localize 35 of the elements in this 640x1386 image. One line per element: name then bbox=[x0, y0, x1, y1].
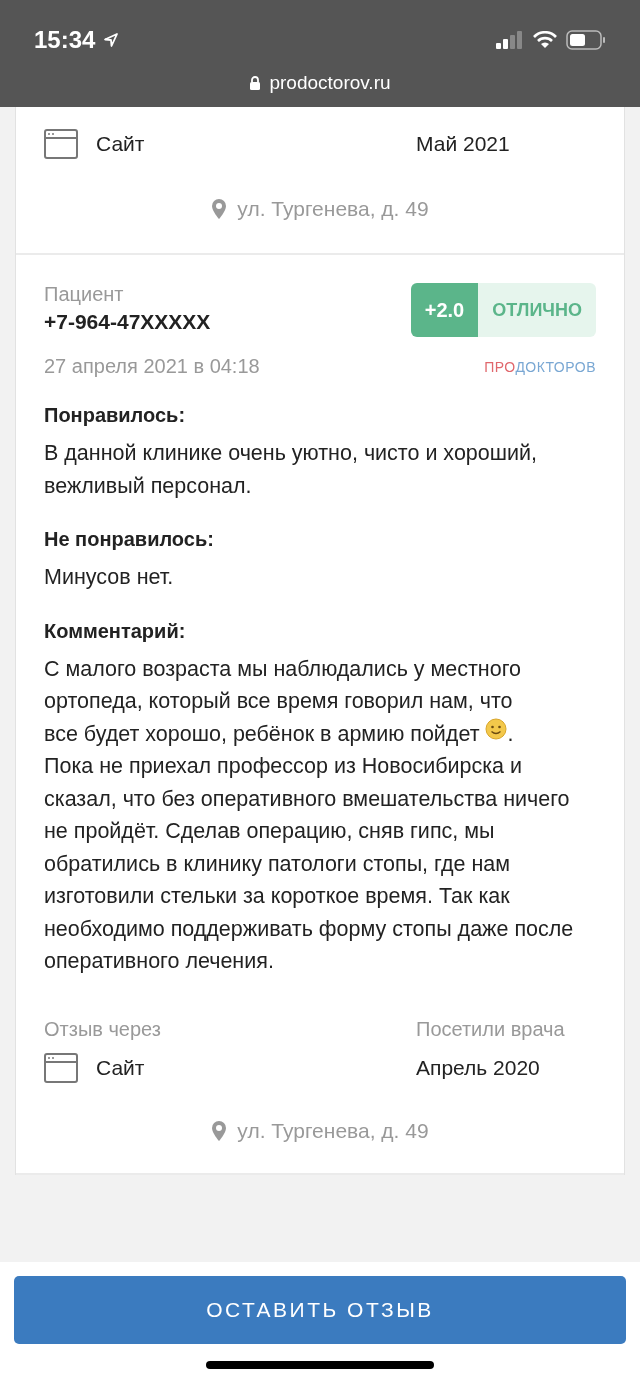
author-label: Пациент bbox=[44, 283, 125, 306]
section-heading: Понравилось: bbox=[44, 404, 187, 427]
section-heading: Комментарий: bbox=[44, 619, 187, 643]
battery-icon bbox=[566, 30, 606, 50]
section-heading: Не понравилось: bbox=[44, 528, 215, 551]
address-bar-url[interactable]: prodoctorov.ru bbox=[269, 72, 391, 94]
clock-time: 15:34 bbox=[34, 26, 96, 54]
clinic-address[interactable]: ул. Тургенева, д. 49 bbox=[237, 1118, 429, 1143]
smiley-icon bbox=[485, 717, 508, 740]
review-source: Сайт bbox=[96, 132, 145, 156]
wifi-icon bbox=[532, 31, 558, 49]
visit-date: Апрель 2020 bbox=[416, 1055, 541, 1080]
location-pin-icon bbox=[211, 198, 228, 220]
site-logo: ПРОДОКТОРОВ bbox=[484, 358, 596, 375]
clinic-address[interactable]: ул. Тургенева, д. 49 bbox=[237, 197, 429, 221]
location-pin-icon bbox=[211, 1119, 228, 1142]
visit-date: Май 2021 bbox=[416, 132, 511, 156]
review-source: Сайт bbox=[96, 1055, 145, 1080]
rating-grade: ОТЛИЧНО bbox=[478, 283, 596, 337]
visit-label: Посетили врача bbox=[416, 1017, 566, 1041]
review-text: Пока не приехал профессор из Новосибирска и сказал, что без оперативного вмешательства ничего не пройдёт. Сделав операцию, сняв гипс, мы обратились в клинику патологи стопы, где нам изготовили стельки за короткое время. Так как необходимо поддерживать форму стопы даже после оперативного лечения. bbox=[44, 753, 575, 975]
review-date: 27 апреля 2021 в 04:18 bbox=[44, 355, 260, 378]
location-arrow-icon bbox=[103, 32, 120, 48]
rating-score: +2.0 bbox=[410, 283, 479, 337]
leave-review-button[interactable]: ОСТАВИТЬ ОТЗЫВ bbox=[14, 1276, 626, 1344]
browser-window-icon bbox=[44, 129, 78, 159]
source-label: Отзыв через bbox=[44, 1017, 161, 1041]
author-phone: +7-964-47XXXXX bbox=[44, 310, 211, 334]
review-text: Минусов нет. bbox=[44, 564, 175, 591]
browser-window-icon bbox=[44, 1052, 78, 1083]
review-text: . bbox=[507, 720, 514, 748]
signal-icon bbox=[496, 31, 524, 49]
lock-icon bbox=[249, 75, 262, 91]
review-text: все будет хорошо, ребёнок в армию пойдет bbox=[44, 720, 480, 748]
review-text: В данной клинике очень уютно, чисто и хороший, вежливый персонал. bbox=[44, 440, 538, 500]
